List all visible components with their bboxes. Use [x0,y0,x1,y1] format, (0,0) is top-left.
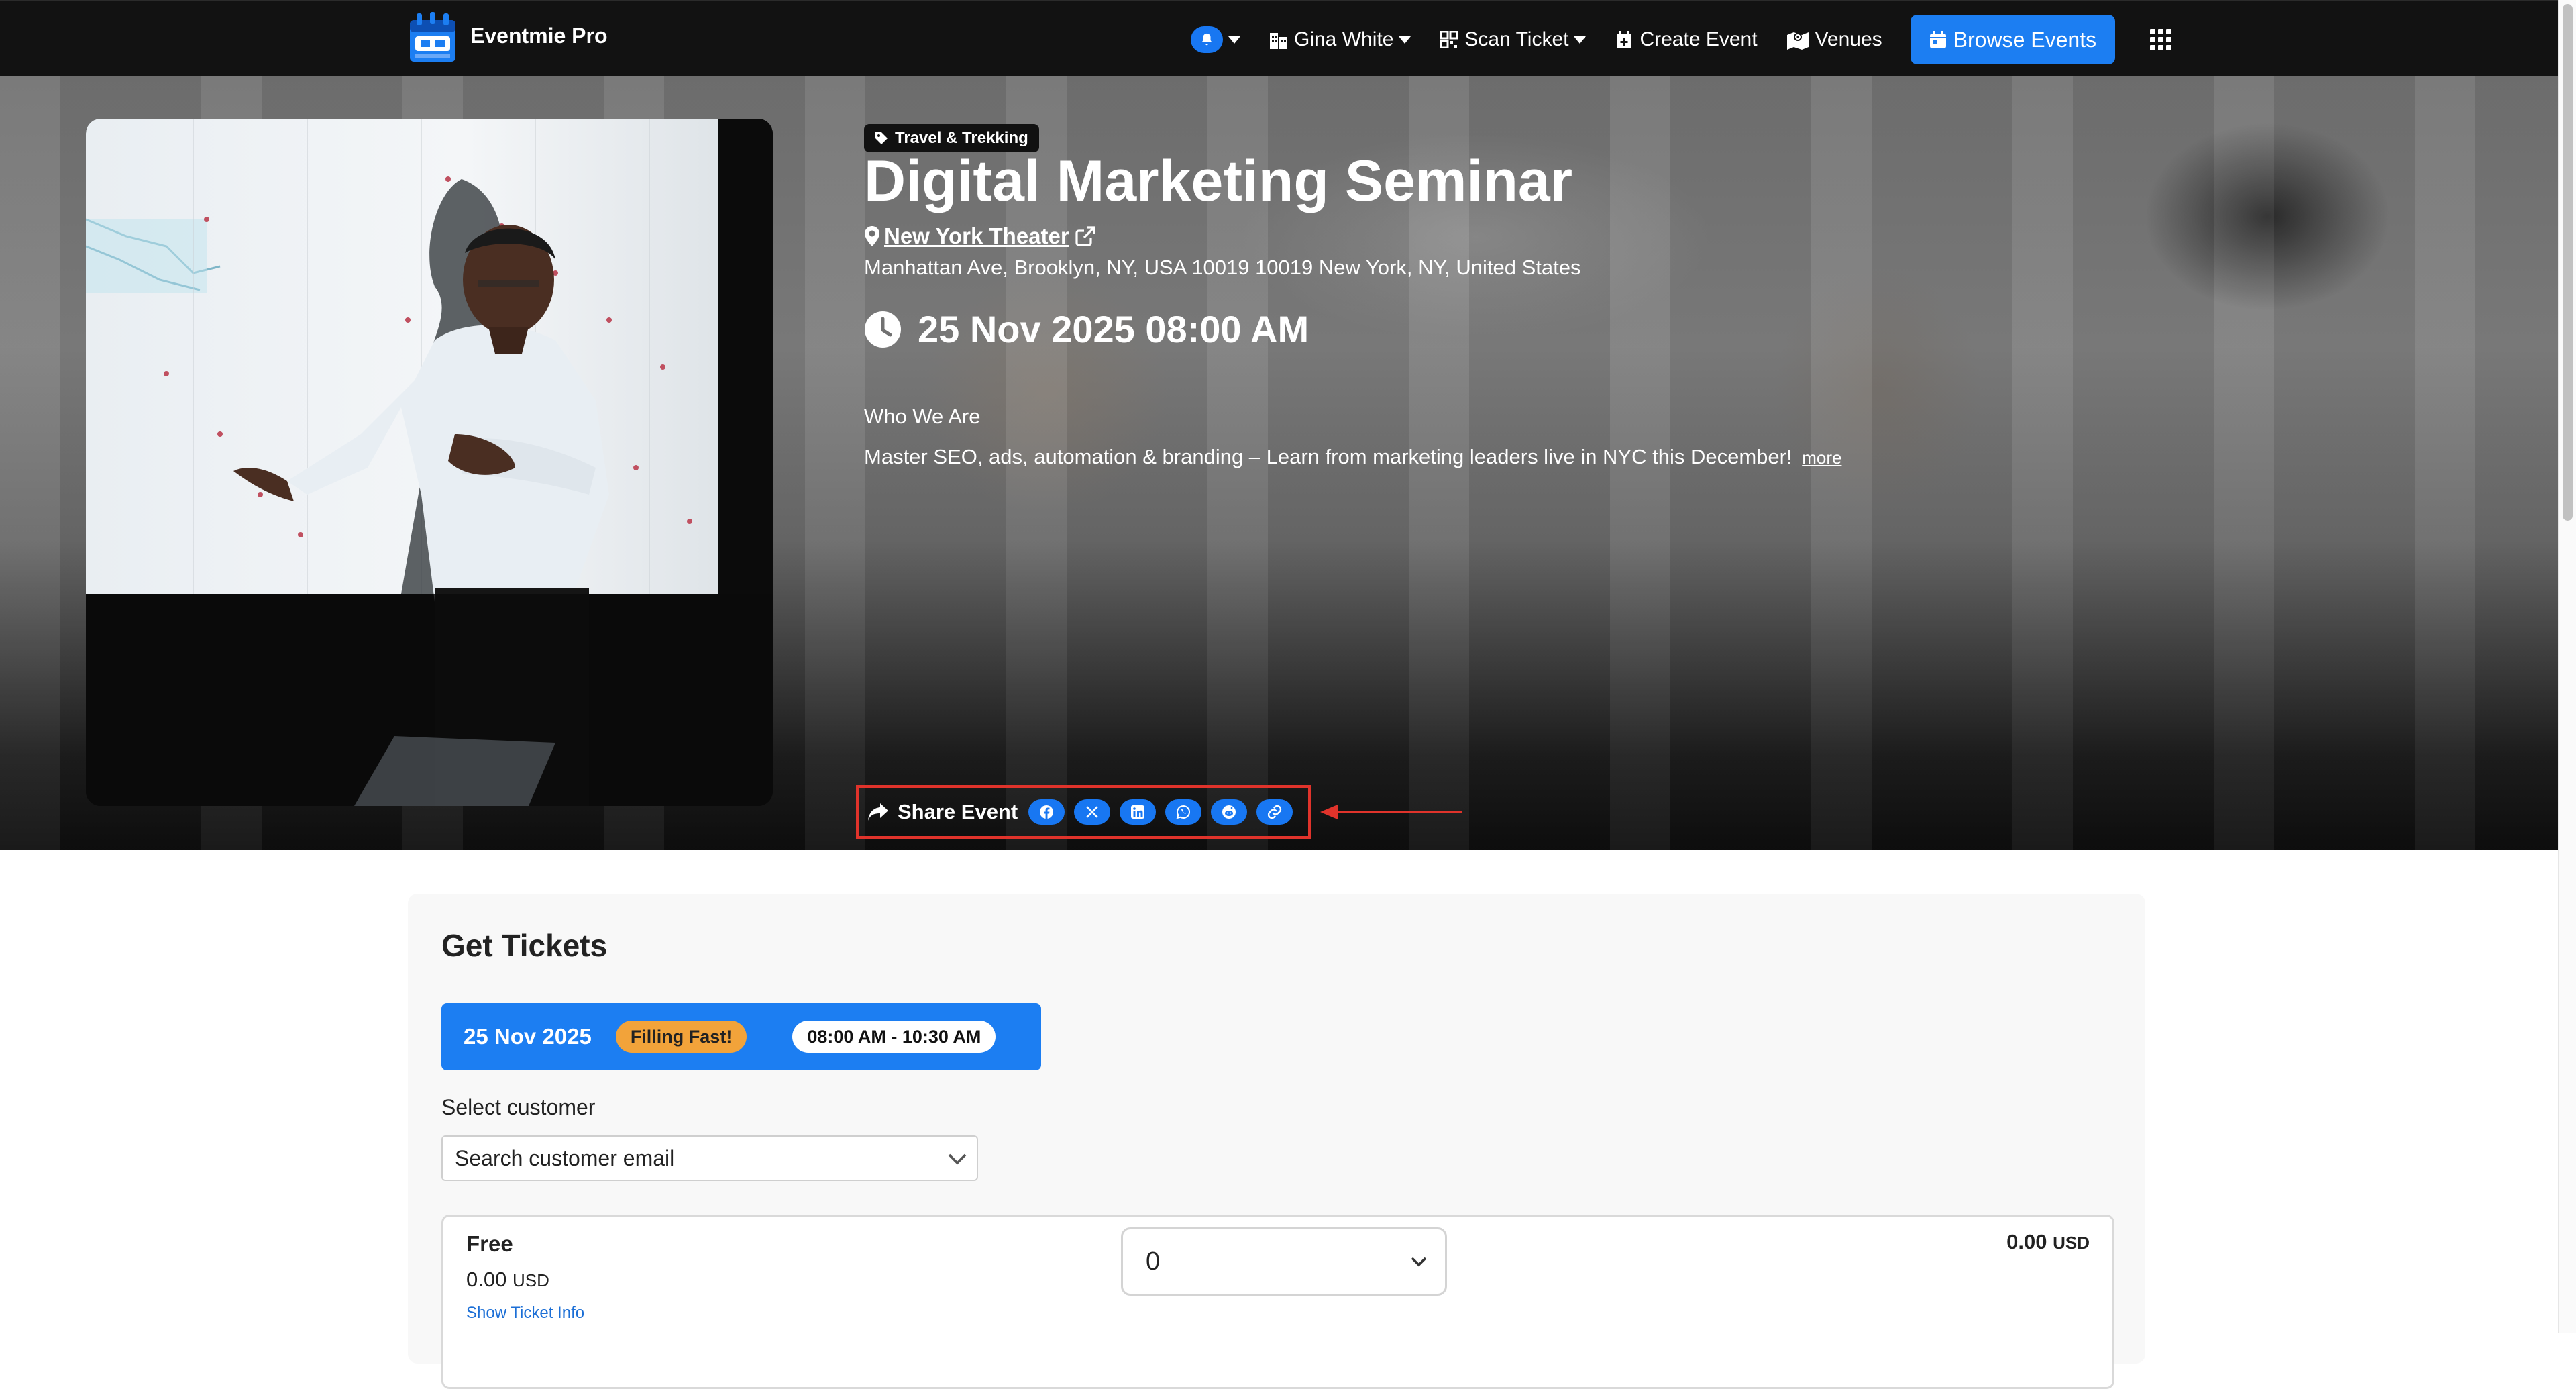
apps-menu-button[interactable] [2150,29,2172,50]
get-tickets-heading: Get Tickets [441,928,608,963]
tag-icon [875,132,888,145]
share-linkedin-button[interactable] [1120,799,1157,825]
scan-ticket-dropdown[interactable]: Scan Ticket [1439,28,1587,51]
customer-select-placeholder: Search customer email [455,1145,675,1170]
select-customer-label: Select customer [441,1095,596,1119]
ticket-name: Free [466,1231,513,1256]
nav-menu: Gina White Scan Ticket Create Event Venu… [1191,15,2200,64]
map-marker-icon [864,225,880,247]
venues-label: Venues [1815,28,1882,50]
ticket-total-value: 0.00 [2006,1230,2047,1253]
event-cover-image [86,119,773,806]
copy-link-button[interactable] [1256,799,1293,825]
building-icon [1269,30,1289,50]
ticket-quantity-select[interactable]: 0 [1121,1227,1447,1296]
get-tickets-panel: Get Tickets 25 Nov 2025 Filling Fast! 08… [408,894,2145,1389]
map-icon [1786,30,1810,50]
share-icon [867,802,890,822]
facebook-icon [1039,805,1054,819]
time-range-badge: 08:00 AM - 10:30 AM [792,1021,996,1053]
customer-email-select[interactable]: Search customer email [441,1135,978,1181]
chevron-down-icon [1574,36,1587,44]
venue-link[interactable]: New York Theater [884,223,1069,249]
browse-events-label: Browse Events [1953,27,2097,52]
page-scrollbar[interactable] [2558,0,2576,1333]
share-facebook-button[interactable] [1028,799,1065,825]
create-event-label: Create Event [1640,28,1758,50]
grid-icon [2150,29,2172,50]
scrollbar-thumb[interactable] [2563,4,2573,521]
user-name: Gina White [1294,28,1394,50]
venue-address: Manhattan Ave, Brooklyn, NY, USA 10019 1… [864,256,1581,279]
scan-ticket-label: Scan Ticket [1464,28,1569,50]
create-event-link[interactable]: Create Event [1614,28,1758,51]
venue-line: New York Theater [864,223,1096,249]
share-whatsapp-button[interactable] [1165,799,1202,825]
chevron-down-icon [1411,1257,1427,1267]
category-label: Travel & Trekking [895,129,1028,147]
x-icon [1085,805,1099,819]
ticket-quantity-value: 0 [1146,1247,1161,1276]
linkedin-icon [1131,805,1145,819]
read-more-link[interactable]: more [1802,448,1841,468]
user-menu-dropdown[interactable]: Gina White [1269,28,1411,51]
datetime-text: 25 Nov 2025 08:00 AM [918,308,1309,350]
venues-link[interactable]: Venues [1786,28,1882,51]
share-x-button[interactable] [1074,799,1111,825]
reddit-icon [1222,805,1236,819]
ticket-row: Free 0.00 USD Show Ticket Info 0 0.00 US… [441,1215,2114,1389]
annotation-arrow-icon [1320,805,1462,819]
about-description: Master SEO, ads, automation & branding –… [864,445,1792,468]
whatsapp-icon [1176,805,1191,819]
filling-fast-badge: Filling Fast! [615,1021,747,1053]
ticket-total-currency: USD [2053,1233,2090,1253]
calendar-plus-icon [1614,30,1634,50]
event-datetime: 25 Nov 2025 08:00 AM [864,307,1309,351]
chevron-down-icon [1228,36,1240,44]
share-reddit-button[interactable] [1211,799,1248,825]
bell-icon [1191,26,1223,53]
clock-icon [864,311,902,348]
chevron-down-icon [948,1153,967,1165]
ticket-price-currency: USD [512,1270,549,1290]
top-navbar: Eventmie Pro Gina White Scan Ticket Crea… [0,0,2558,76]
event-info: Travel & Trekking Digital Marketing Semi… [864,76,2407,850]
about-text: Master SEO, ads, automation & branding –… [864,445,1841,469]
share-event-label: Share Event [867,800,1018,824]
ticket-price-value: 0.00 [466,1268,507,1291]
share-event-bar: Share Event [856,785,1311,839]
ticket-total: 0.00 USD [2006,1230,2090,1254]
show-ticket-info-link[interactable]: Show Ticket Info [466,1304,584,1323]
event-title: Digital Marketing Seminar [864,149,1573,213]
schedule-date-tab[interactable]: 25 Nov 2025 Filling Fast! 08:00 AM - 10:… [441,1003,1041,1070]
event-hero: Travel & Trekking Digital Marketing Semi… [0,76,2558,850]
schedule-date: 25 Nov 2025 [464,1024,592,1049]
brand-name: Eventmie Pro [470,23,608,48]
qrcode-icon [1439,30,1459,50]
ticket-price: 0.00 USD [466,1268,549,1292]
browse-events-button[interactable]: Browse Events [1910,15,2116,64]
link-icon [1267,804,1283,820]
calendar-icon [1929,30,1947,49]
share-label-text: Share Event [898,800,1018,823]
brand-link[interactable]: Eventmie Pro [407,11,608,64]
notifications-dropdown[interactable] [1191,26,1240,53]
about-heading: Who We Are [864,405,981,428]
chevron-down-icon [1399,36,1411,44]
external-link-icon[interactable] [1075,225,1096,247]
brand-logo-icon [407,11,458,64]
